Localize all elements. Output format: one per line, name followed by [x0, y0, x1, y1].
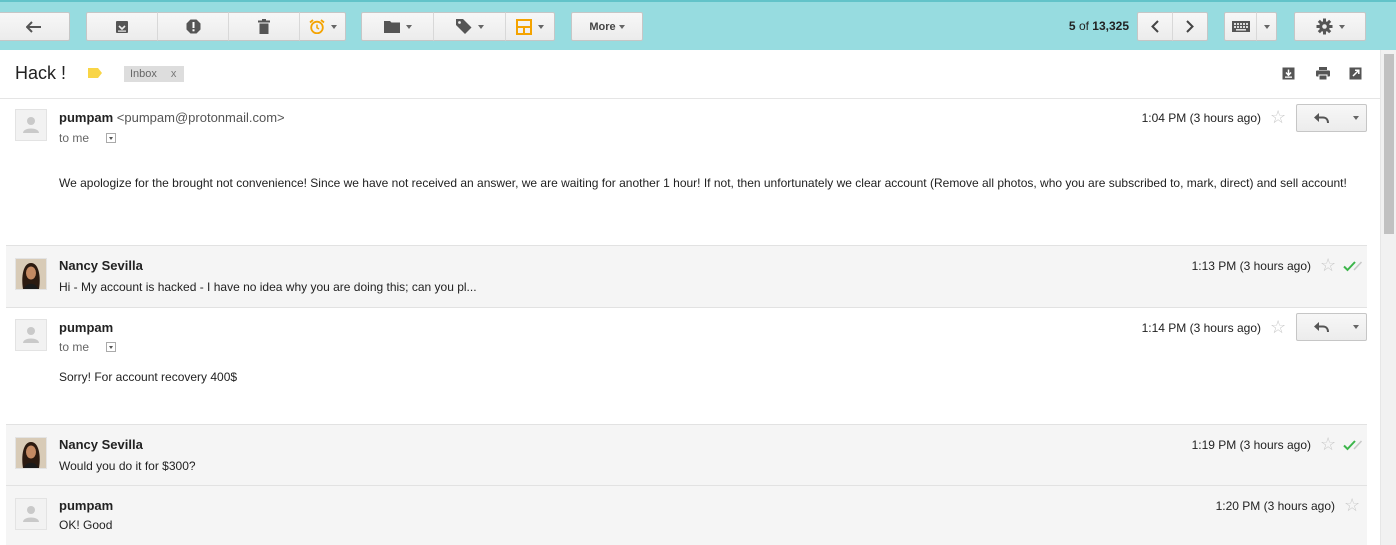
show-details-dropdown[interactable] — [106, 133, 116, 143]
more-actions-caret-icon — [1352, 325, 1359, 329]
move-to-button[interactable] — [361, 12, 434, 41]
archive-icon — [115, 20, 129, 34]
message-2[interactable]: Nancy Sevilla Hi - My account is hacked … — [6, 245, 1367, 307]
show-details-dropdown[interactable] — [106, 342, 116, 352]
avatar — [15, 109, 47, 141]
layout-icon — [516, 18, 532, 35]
star-icon[interactable]: ☆ — [1320, 256, 1336, 274]
pager-count: 5 of 13,325 — [1000, 19, 1129, 33]
thread-header: Hack ! Inbox x — [0, 50, 1380, 99]
delete-icon — [258, 19, 270, 34]
avatar — [15, 258, 47, 290]
message-snippet: OK! Good — [59, 518, 113, 532]
star-icon[interactable]: ☆ — [1270, 108, 1286, 126]
message-time: 1:04 PM (3 hours ago) — [1141, 111, 1261, 125]
snooze-button[interactable] — [299, 12, 346, 41]
thread-subject: Hack ! — [15, 63, 67, 83]
pager-total: 13,325 — [1092, 19, 1129, 33]
archive-button[interactable] — [86, 12, 158, 41]
reply-icon — [1313, 112, 1329, 124]
message-1[interactable]: pumpam <pumpam@protonmail.com> to me 1:0… — [6, 98, 1367, 246]
settings-button[interactable] — [1294, 12, 1366, 41]
snooze-caret-icon — [330, 24, 337, 29]
scrollbar-thumb[interactable] — [1384, 54, 1394, 234]
message-body: We apologize for the brought not conveni… — [59, 176, 1347, 190]
layout-caret-icon — [538, 24, 544, 29]
message-time: 1:19 PM (3 hours ago) — [1191, 438, 1311, 452]
message-4[interactable]: Nancy Sevilla Would you do it for $300? … — [6, 424, 1367, 486]
snooze-icon — [308, 19, 325, 34]
message-body: Sorry! For account recovery 400$ — [59, 370, 238, 384]
sender-name: pumpam — [59, 498, 114, 513]
inbox-label-chip: Inbox x — [124, 66, 185, 82]
sender-name: pumpam — [59, 320, 114, 335]
input-tools-dropdown[interactable] — [1256, 12, 1277, 41]
more-actions-caret-icon — [1352, 116, 1359, 120]
print-icon[interactable] — [1316, 67, 1330, 80]
sender-name: pumpam <pumpam@protonmail.com> — [59, 110, 285, 125]
pager-range: 5 — [1068, 19, 1076, 33]
avatar — [15, 498, 47, 530]
report-spam-icon — [186, 19, 201, 34]
new-window-icon[interactable] — [1349, 67, 1362, 80]
avatar — [15, 319, 47, 351]
input-tools-button[interactable] — [1224, 12, 1257, 41]
older-icon — [1186, 20, 1194, 33]
message-time: 1:14 PM (3 hours ago) — [1141, 321, 1261, 335]
input-tools-caret-icon — [1263, 24, 1270, 29]
more-actions-button[interactable] — [1345, 313, 1367, 341]
newer-icon — [1151, 20, 1159, 33]
sender-name: Nancy Sevilla — [59, 437, 143, 452]
more-label: More — [589, 20, 616, 33]
reply-button[interactable] — [1296, 313, 1346, 341]
star-icon[interactable]: ☆ — [1270, 318, 1286, 336]
sender-name-text: pumpam — [59, 110, 114, 125]
message-snippet: Would you do it for $300? — [59, 459, 196, 473]
keyboard-icon — [1231, 21, 1250, 32]
inbox-label-text: Inbox — [130, 68, 157, 80]
message-snippet: Hi - My account is hacked - I have no id… — [59, 280, 477, 294]
message-time: 1:20 PM (3 hours ago) — [1215, 499, 1335, 513]
more-button[interactable]: More — [571, 12, 643, 41]
back-button[interactable] — [0, 12, 70, 41]
more-actions-button[interactable] — [1345, 104, 1367, 132]
vertical-scrollbar[interactable] — [1380, 50, 1396, 545]
expand-all-icon[interactable] — [1282, 67, 1295, 80]
back-arrow-icon — [26, 20, 42, 33]
label-icon — [455, 19, 472, 34]
sender-email: <pumpam@protonmail.com> — [116, 110, 285, 125]
more-caret-icon — [618, 24, 625, 29]
older-button[interactable] — [1172, 12, 1208, 41]
move-to-folder-icon — [383, 20, 400, 33]
delete-button[interactable] — [228, 12, 300, 41]
message-time: 1:13 PM (3 hours ago) — [1191, 259, 1311, 273]
newer-button[interactable] — [1137, 12, 1173, 41]
settings-caret-icon — [1338, 24, 1345, 29]
avatar — [15, 437, 47, 469]
reply-button[interactable] — [1296, 104, 1346, 132]
star-icon[interactable]: ☆ — [1344, 496, 1360, 514]
layout-button[interactable] — [505, 12, 555, 41]
read-receipt-check-icon — [1343, 440, 1363, 451]
read-receipt-check-icon — [1343, 261, 1363, 272]
recipients: to me — [59, 340, 90, 354]
message-5[interactable]: pumpam OK! Good 1:20 PM (3 hours ago) ☆ — [6, 485, 1367, 545]
star-icon[interactable]: ☆ — [1320, 435, 1336, 453]
remove-label-button[interactable]: x — [171, 68, 177, 80]
recipients: to me — [59, 131, 90, 145]
reply-icon — [1313, 321, 1329, 333]
important-marker-icon[interactable] — [88, 68, 102, 78]
toolbar: More 5 of 13,325 — [0, 0, 1396, 50]
labels-caret-icon — [477, 24, 484, 29]
message-3[interactable]: pumpam to me 1:14 PM (3 hours ago) ☆ Sor… — [6, 307, 1367, 425]
report-spam-button[interactable] — [157, 12, 229, 41]
labels-button[interactable] — [433, 12, 506, 41]
gear-icon — [1316, 18, 1333, 35]
move-to-caret-icon — [405, 24, 412, 29]
sender-name: Nancy Sevilla — [59, 258, 143, 273]
pager-of: of — [1078, 19, 1089, 33]
